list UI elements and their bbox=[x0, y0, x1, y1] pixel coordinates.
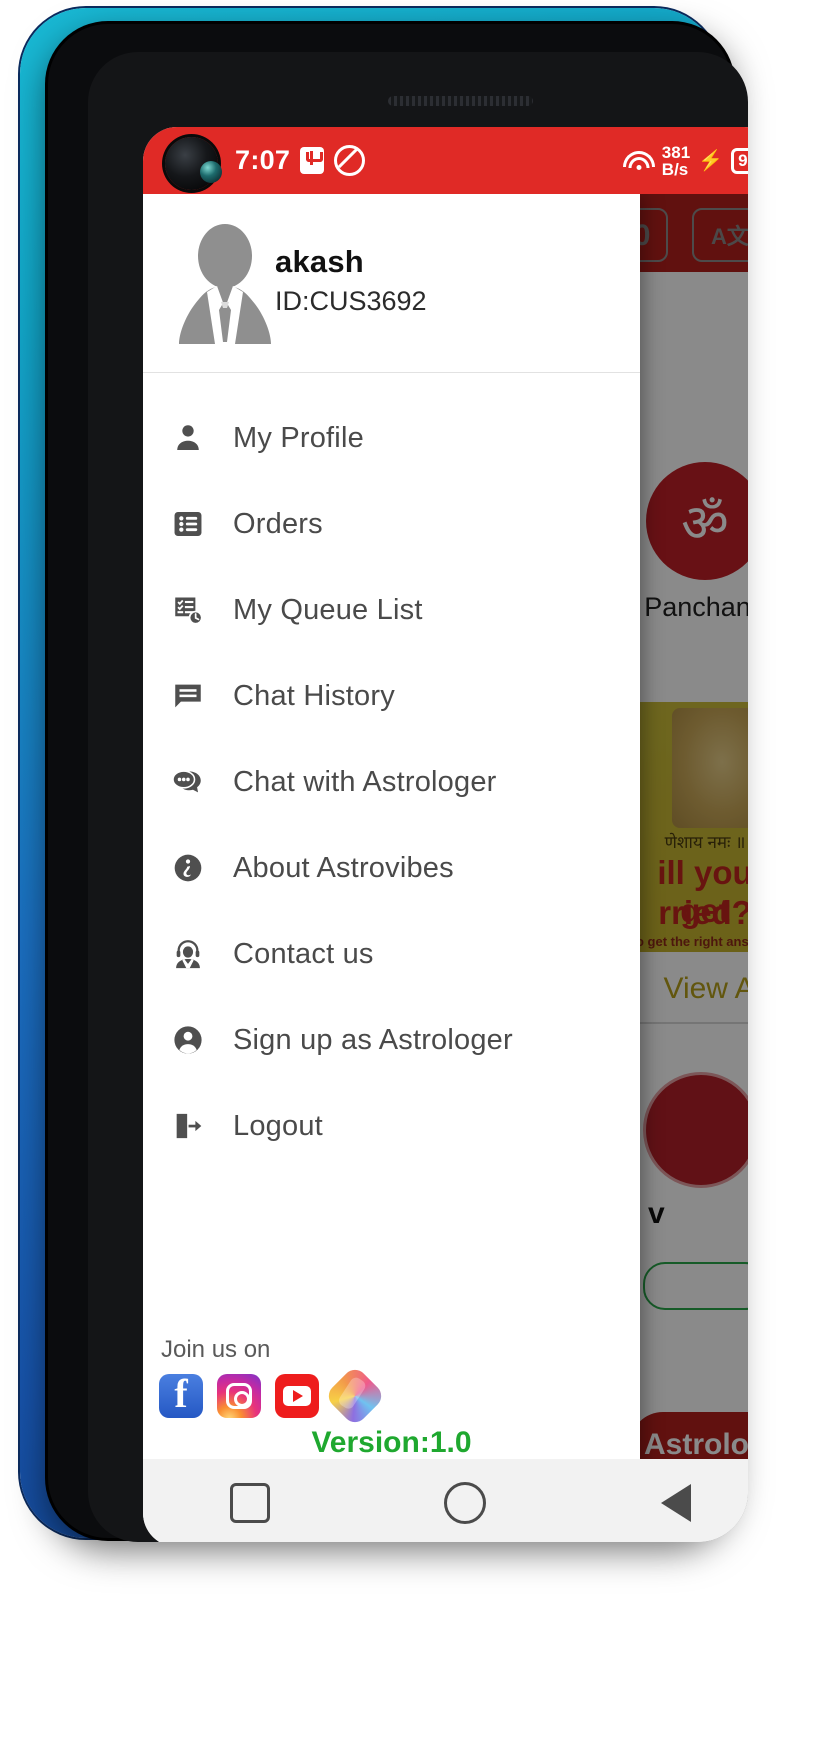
menu-item-my-queue-list[interactable]: My Queue List bbox=[143, 567, 640, 653]
drawer-user-header: akash ID:CUS3692 bbox=[143, 194, 640, 373]
menu-item-label: Orders bbox=[233, 507, 323, 540]
menu-item-label: Chat with Astrologer bbox=[233, 765, 497, 798]
menu-item-label: Chat History bbox=[233, 679, 395, 712]
back-triangle-icon[interactable] bbox=[660, 1484, 691, 1522]
camera-lens bbox=[200, 161, 222, 183]
menu-item-about-astrovibes[interactable]: About Astrovibes bbox=[143, 825, 640, 911]
instagram-icon[interactable] bbox=[217, 1374, 261, 1418]
battery-indicator: 99 bbox=[731, 147, 748, 174]
wifi-icon bbox=[622, 149, 655, 173]
recents-square-icon[interactable] bbox=[230, 1483, 271, 1523]
charging-icon: ⚡ bbox=[698, 150, 724, 172]
menu-item-sign-up-as-astrologer[interactable]: Sign up as Astrologer bbox=[143, 997, 640, 1083]
join-us-label: Join us on bbox=[161, 1336, 271, 1363]
youtube-icon[interactable] bbox=[275, 1374, 319, 1418]
usb-icon bbox=[300, 147, 325, 174]
menu-item-contact-us[interactable]: Contact us bbox=[143, 911, 640, 997]
person-icon bbox=[171, 421, 233, 455]
phone-screen: ₹0.0 A文 ॐ Panchang bbox=[143, 127, 748, 1542]
social-links-row bbox=[159, 1364, 387, 1428]
status-bar: 7:07 381 B/s ⚡ 99 bbox=[143, 127, 748, 194]
phone-bezel: ₹0.0 A文 ॐ Panchang bbox=[48, 24, 748, 1542]
drawer-menu-list: My Profile Orders My Queue List Chat His… bbox=[143, 373, 640, 1169]
status-bar-left: 7:07 bbox=[235, 145, 366, 176]
list-icon bbox=[171, 507, 233, 541]
app-version-label: Version:1.0 bbox=[311, 1426, 472, 1459]
menu-item-chat-with-astrologer[interactable]: Chat with Astrologer bbox=[143, 739, 640, 825]
avatar bbox=[165, 222, 285, 344]
menu-item-chat-history[interactable]: Chat History bbox=[143, 653, 640, 739]
sharechat-icon[interactable] bbox=[323, 1364, 387, 1428]
chat-dots-icon bbox=[171, 765, 233, 799]
phone-inner: ₹0.0 A文 ॐ Panchang bbox=[88, 52, 748, 1542]
headset-support-icon bbox=[171, 937, 233, 971]
do-not-disturb-icon bbox=[334, 145, 366, 176]
menu-item-label: Logout bbox=[233, 1109, 323, 1142]
menu-item-label: About Astrovibes bbox=[233, 851, 454, 884]
home-circle-icon[interactable] bbox=[444, 1482, 487, 1524]
menu-item-label: My Queue List bbox=[233, 593, 423, 626]
network-speed-unit: B/s bbox=[661, 159, 689, 179]
logout-icon bbox=[171, 1109, 233, 1143]
status-time: 7:07 bbox=[235, 145, 291, 175]
menu-item-orders[interactable]: Orders bbox=[143, 481, 640, 567]
network-speed: 381 B/s bbox=[662, 144, 690, 178]
account-circle-icon bbox=[171, 1023, 233, 1057]
user-name: akash bbox=[275, 244, 364, 279]
phone-frame: ₹0.0 A文 ॐ Panchang bbox=[20, 8, 748, 1542]
earpiece-speaker bbox=[388, 96, 533, 106]
status-bar-right: 381 B/s ⚡ 99 bbox=[622, 144, 748, 178]
menu-item-label: Contact us bbox=[233, 937, 374, 970]
menu-item-label: Sign up as Astrologer bbox=[233, 1023, 513, 1056]
menu-item-label: My Profile bbox=[233, 421, 364, 454]
navigation-drawer: akash ID:CUS3692 My Profile Orders My Qu… bbox=[143, 194, 640, 1480]
facebook-icon[interactable] bbox=[159, 1374, 203, 1418]
menu-item-my-profile[interactable]: My Profile bbox=[143, 395, 640, 481]
front-camera-punch-hole bbox=[165, 137, 222, 190]
drawer-footer: Join us on Version:1.0 bbox=[143, 1330, 640, 1480]
info-icon bbox=[171, 851, 233, 885]
menu-item-logout[interactable]: Logout bbox=[143, 1083, 640, 1169]
queue-clock-icon bbox=[171, 593, 233, 627]
android-navigation-bar bbox=[143, 1459, 748, 1542]
chat-bubble-icon bbox=[171, 679, 233, 713]
user-id: ID:CUS3692 bbox=[275, 286, 427, 316]
